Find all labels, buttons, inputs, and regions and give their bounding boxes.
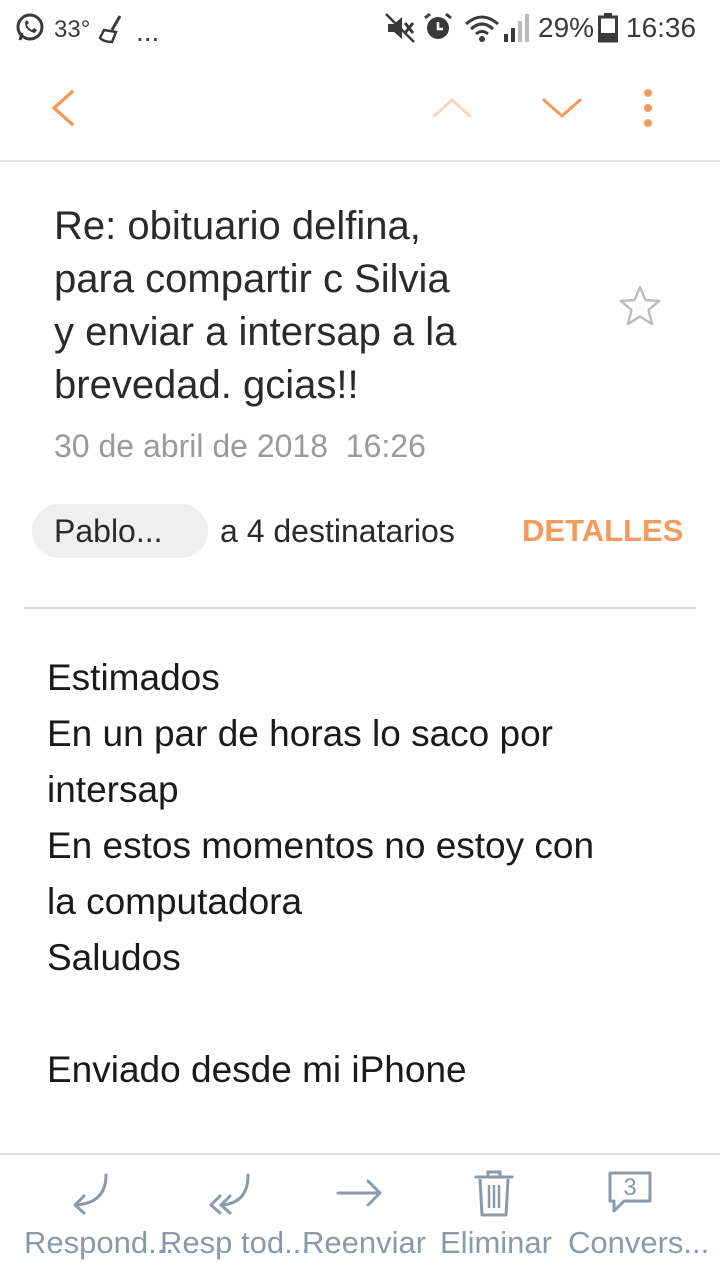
- body-line: En estos momentos no estoy con: [47, 825, 595, 866]
- conversation-label: Convers...: [568, 1225, 710, 1260]
- sender-chip[interactable]: Pablo...: [32, 504, 208, 558]
- subject-line: para compartir c Silvia: [54, 257, 450, 301]
- details-button[interactable]: DETALLES: [522, 513, 683, 549]
- forward-label: Reenviar: [302, 1225, 427, 1260]
- subject-line: Re: obituario delfina,: [54, 204, 421, 248]
- star-icon: [619, 285, 661, 326]
- status-bar: 33° ... 29% 16:36: [0, 0, 720, 56]
- previous-icon: [432, 98, 472, 118]
- forward-icon: [336, 1179, 382, 1207]
- body-line: Saludos: [47, 937, 181, 978]
- back-button[interactable]: [30, 76, 94, 140]
- conversation-button[interactable]: 3 Convers...: [560, 1155, 720, 1280]
- body-line: Estimados: [47, 657, 220, 698]
- delete-label: Eliminar: [440, 1225, 552, 1260]
- email-subject: Re: obituario delfina, para compartir c …: [54, 200, 554, 412]
- subject-line: brevedad. gcias!!: [54, 363, 359, 407]
- divider: [24, 607, 696, 609]
- alarm-icon: [422, 11, 454, 52]
- toolbar: [0, 56, 720, 160]
- battery-icon: [598, 13, 618, 52]
- more-options-button[interactable]: [616, 76, 680, 140]
- mute-icon: [384, 12, 416, 53]
- more-icon: [644, 89, 652, 127]
- divider: [0, 160, 720, 162]
- reply-all-label: Resp tod...: [160, 1225, 310, 1260]
- previous-email-button[interactable]: [420, 76, 484, 140]
- forward-button[interactable]: Reenviar: [300, 1155, 430, 1280]
- bottom-action-bar: Respond... Resp tod... Reenviar Eliminar…: [0, 1155, 720, 1280]
- clock: 16:36: [626, 12, 697, 43]
- conversation-icon: 3: [608, 1171, 652, 1213]
- delete-button[interactable]: Eliminar: [430, 1155, 560, 1280]
- body-line: [47, 986, 687, 1042]
- reply-button[interactable]: Respond...: [0, 1155, 174, 1280]
- battery-percent: 29%: [538, 12, 595, 43]
- recipients-label: a 4 destinatarios: [220, 513, 455, 549]
- more-notifications: ...: [136, 16, 160, 47]
- email-date: 30 de abril de 2018 16:26: [54, 428, 426, 464]
- reply-all-button[interactable]: Resp tod...: [160, 1155, 310, 1280]
- signal-icon: [502, 12, 530, 53]
- wifi-icon: [462, 12, 502, 53]
- star-button[interactable]: [616, 282, 664, 330]
- next-email-button[interactable]: [530, 76, 594, 140]
- broom-icon: [98, 14, 124, 53]
- whatsapp-icon: [14, 12, 46, 53]
- back-icon: [52, 90, 74, 126]
- subject-line: y enviar a intersap a la: [54, 310, 457, 354]
- reply-all-icon: [209, 1173, 250, 1215]
- reply-icon: [73, 1173, 108, 1215]
- next-icon: [542, 98, 582, 118]
- body-line: intersap: [47, 769, 179, 810]
- body-line: la computadora: [47, 881, 303, 922]
- reply-label: Respond...: [24, 1225, 174, 1260]
- email-body: Estimados En un par de horas lo saco por…: [47, 650, 687, 1098]
- trash-icon: [474, 1170, 514, 1217]
- conversation-count: 3: [623, 1174, 636, 1201]
- body-line: Enviado desde mi iPhone: [47, 1049, 467, 1090]
- body-line: En un par de horas lo saco por: [47, 713, 553, 754]
- temperature: 33°: [54, 16, 91, 43]
